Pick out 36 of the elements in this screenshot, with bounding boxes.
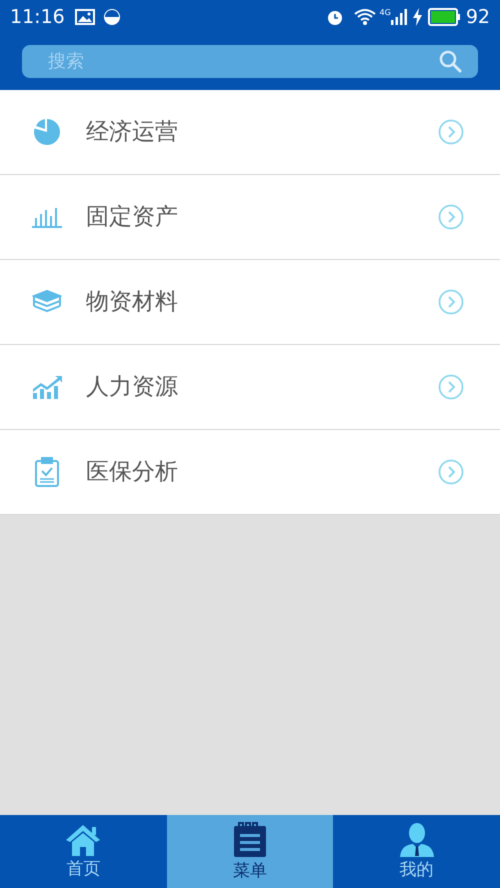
chevron-right-icon (438, 459, 464, 485)
menu-label: 医保分析 (86, 458, 178, 487)
network-label: 4G (380, 7, 391, 19)
chevron-right-icon (438, 119, 464, 145)
menu-item[interactable]: 物资材料 (0, 260, 500, 345)
menu-item[interactable]: 医保分析 (0, 430, 500, 515)
menu-item[interactable]: 经济运营 (0, 90, 500, 175)
person-icon (398, 822, 435, 856)
pie-chart-icon (33, 118, 61, 146)
signal-icon (390, 8, 407, 26)
half-circle-icon (102, 8, 121, 26)
image-icon (74, 9, 95, 25)
battery-percent: 92 (466, 4, 490, 30)
menu-item[interactable]: 固定资产 (0, 175, 500, 260)
menu-label: 经济运营 (86, 118, 178, 147)
trend-chart-icon (32, 375, 62, 399)
tab[interactable]: 菜单 (166, 815, 334, 888)
menu-label: 固定资产 (86, 202, 178, 232)
bar-chart-icon (32, 206, 62, 228)
search-icon[interactable] (438, 49, 462, 73)
menu-label: 人力资源 (86, 372, 178, 402)
alarm-icon (326, 8, 344, 26)
battery-icon (428, 8, 460, 26)
stacked-books-icon (32, 289, 62, 315)
menu-item[interactable]: 人力资源 (0, 345, 500, 430)
chevron-right-icon (438, 374, 464, 400)
charging-icon (412, 8, 422, 26)
menu-label: 物资材料 (86, 288, 178, 317)
wifi-icon (354, 8, 376, 26)
clipboard-icon (35, 457, 59, 487)
search-field[interactable]: 搜索 (22, 45, 478, 78)
status-time: 11:16 (10, 4, 65, 30)
chevron-right-icon (438, 289, 464, 315)
notepad-icon (233, 822, 267, 858)
chevron-right-icon (438, 204, 464, 230)
home-icon (65, 824, 102, 856)
